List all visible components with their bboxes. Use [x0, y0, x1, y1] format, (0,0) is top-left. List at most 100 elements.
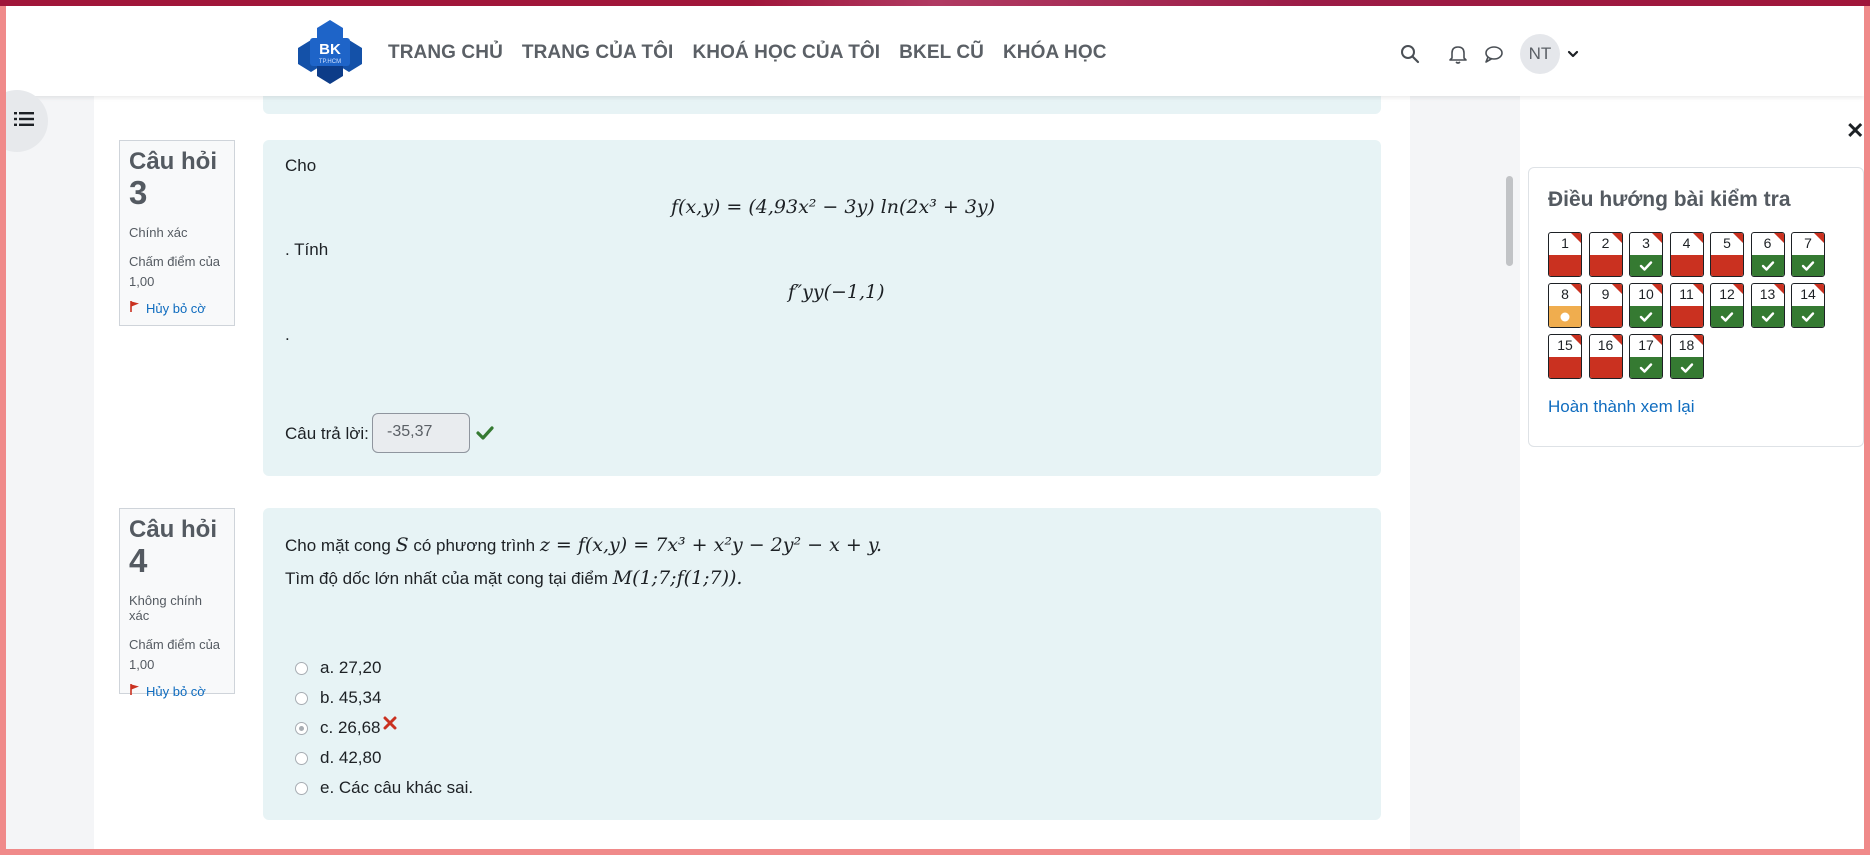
quiz-nav-button-12[interactable]: 12 — [1710, 283, 1744, 328]
quiz-nav-button-1[interactable]: 1 — [1548, 232, 1582, 277]
quiz-nav-button-2[interactable]: 2 — [1588, 232, 1623, 277]
nav-home[interactable]: TRANG CHỦ — [388, 42, 503, 64]
option-radio[interactable] — [295, 781, 308, 795]
quiz-nav-button-8[interactable]: 8 — [1548, 283, 1582, 328]
nav-my-page[interactable]: TRANG CỦA TÔI — [522, 42, 674, 64]
incorrect-status — [1549, 255, 1581, 276]
surface-formula: z = f(x,y) = 7x³ + x²y − 2y² − x + y. — [539, 534, 883, 556]
unflag-link[interactable]: Hủy bỏ cờ — [129, 683, 225, 699]
unflag-label: Hủy bỏ cờ — [146, 683, 206, 699]
check-icon — [1792, 255, 1824, 276]
option-radio[interactable] — [295, 661, 308, 675]
question-number: 3 — [129, 174, 148, 211]
nav-courses[interactable]: KHÓA HỌC — [1003, 42, 1107, 64]
nav-old-bkel[interactable]: BKEL CŨ — [899, 42, 984, 64]
check-icon — [1711, 306, 1743, 327]
option-label: b. 45,34 — [320, 688, 382, 707]
question-grade: Chấm điểm của 1,00 — [129, 637, 221, 672]
check-icon — [1792, 306, 1824, 327]
question-target: f″yy(−1,1) — [788, 281, 885, 303]
question-endtext: . — [285, 325, 290, 344]
flag-corner — [1772, 284, 1784, 295]
check-icon — [1630, 255, 1662, 276]
flag-corner — [1691, 284, 1703, 295]
scrollbar-thumb[interactable] — [1506, 176, 1513, 266]
question-line1-text: Cho mặt cong — [285, 536, 391, 555]
nav-my-courses[interactable]: KHOÁ HỌC CỦA TÔI — [692, 42, 880, 64]
question-number: 4 — [129, 542, 148, 579]
point-formula: M(1;7;f(1;7)). — [612, 567, 743, 589]
quiz-nav-button-4[interactable]: 4 — [1669, 232, 1704, 277]
quiz-nav-button-5[interactable]: 5 — [1710, 232, 1744, 277]
quiz-nav-button-14[interactable]: 14 — [1791, 283, 1825, 328]
flag-corner — [1813, 233, 1824, 244]
main-nav: TRANG CHỦ TRANG CỦA TÔI KHOÁ HỌC CỦA TÔI… — [388, 42, 1126, 64]
incorrect-status — [1711, 255, 1743, 276]
flag-corner — [1813, 284, 1824, 295]
incorrect-status — [1670, 306, 1703, 327]
question-content: Cho f(x,y) = (4,93x² − 3y) ln(2x³ + 3y) … — [263, 140, 1381, 476]
quiz-nav-button-15[interactable]: 15 — [1548, 334, 1582, 379]
question-info: Câu hỏi 3 Chính xác Chấm điểm của 1,00 H… — [119, 140, 235, 326]
chat-icon[interactable] — [1483, 43, 1505, 65]
flag-corner — [1691, 233, 1703, 244]
question-grade: Chấm điểm của 1,00 — [129, 254, 221, 289]
correct-check-icon — [476, 425, 494, 446]
quiz-nav-button-16[interactable]: 16 — [1588, 334, 1623, 379]
close-icon[interactable]: ✕ — [1846, 118, 1864, 144]
flag-corner — [1570, 284, 1581, 295]
page-frame: BK TP.HCM TRANG CHỦ TRANG CỦA TÔI KHOÁ H… — [6, 6, 1864, 849]
flag-corner — [1610, 233, 1622, 244]
option-radio[interactable] — [295, 721, 308, 735]
option-radio[interactable] — [295, 751, 308, 765]
chevron-down-icon[interactable] — [1566, 47, 1580, 61]
option-d[interactable]: d. 42,80 — [295, 748, 381, 768]
quiz-nav-button-10[interactable]: 10 — [1629, 283, 1663, 328]
quiz-navigation-drawer: ✕ Điều hướng bài kiểm tra 1 2 3 4 5 6 7 8 9 10 11 1… — [1520, 96, 1864, 849]
question-state: Chính xác — [129, 225, 188, 240]
option-a[interactable]: a. 27,20 — [295, 658, 381, 678]
finish-review-link[interactable]: Hoàn thành xem lại — [1548, 397, 1694, 417]
option-label: d. 42,80 — [320, 748, 382, 767]
left-gutter — [6, 96, 94, 849]
user-avatar[interactable]: NT — [1520, 34, 1560, 74]
answer-input[interactable]: -35,37 — [372, 413, 470, 453]
option-radio[interactable] — [295, 691, 308, 705]
quiz-nav-button-9[interactable]: 9 — [1588, 283, 1623, 328]
question-label: Câu hỏi — [129, 148, 217, 175]
right-gutter — [1410, 96, 1520, 849]
bell-icon[interactable] — [1447, 43, 1469, 65]
question-line1-mid: có phương trình — [413, 536, 536, 555]
quiz-nav-button-17[interactable]: 17 — [1629, 334, 1663, 379]
incorrect-status — [1589, 306, 1622, 327]
flag-corner — [1610, 284, 1622, 295]
incorrect-status — [1670, 255, 1703, 276]
quiz-navigation-title: Điều hướng bài kiểm tra — [1548, 188, 1791, 211]
quiz-navigation-block: Điều hướng bài kiểm tra 1 2 3 4 5 6 7 8 9 10 11 12 1… — [1528, 167, 1864, 447]
unflag-label: Hủy bỏ cờ — [146, 300, 206, 316]
unflag-link[interactable]: Hủy bỏ cờ — [129, 300, 225, 316]
option-e[interactable]: e. Các câu khác sai. — [295, 778, 473, 798]
check-icon — [1751, 255, 1784, 276]
incorrect-x-icon — [383, 715, 397, 735]
option-label: a. 27,20 — [320, 658, 382, 677]
quiz-nav-button-13[interactable]: 13 — [1750, 283, 1785, 328]
option-b[interactable]: b. 45,34 — [295, 688, 381, 708]
flag-icon — [129, 300, 141, 316]
option-c[interactable]: c. 26,68 — [295, 715, 397, 738]
incorrect-status — [1589, 255, 1622, 276]
list-icon — [14, 111, 34, 132]
bk-logo[interactable]: BK TP.HCM — [297, 18, 363, 86]
question-line1: Cho mặt cong S có phương trình z = f(x,y… — [285, 534, 882, 556]
logo-text: BK — [319, 41, 341, 58]
quiz-nav-button-6[interactable]: 6 — [1750, 232, 1785, 277]
quiz-nav-button-7[interactable]: 7 — [1791, 232, 1825, 277]
search-icon[interactable] — [1399, 43, 1421, 65]
flag-corner — [1732, 284, 1743, 295]
quiz-nav-button-18[interactable]: 18 — [1669, 334, 1704, 379]
question-line2-text: Tìm độ dốc lớn nhất của mặt cong tại điể… — [285, 569, 608, 588]
check-icon — [1630, 306, 1662, 327]
quiz-nav-button-11[interactable]: 11 — [1669, 283, 1704, 328]
flag-corner — [1610, 335, 1622, 346]
quiz-nav-button-3[interactable]: 3 — [1629, 232, 1663, 277]
